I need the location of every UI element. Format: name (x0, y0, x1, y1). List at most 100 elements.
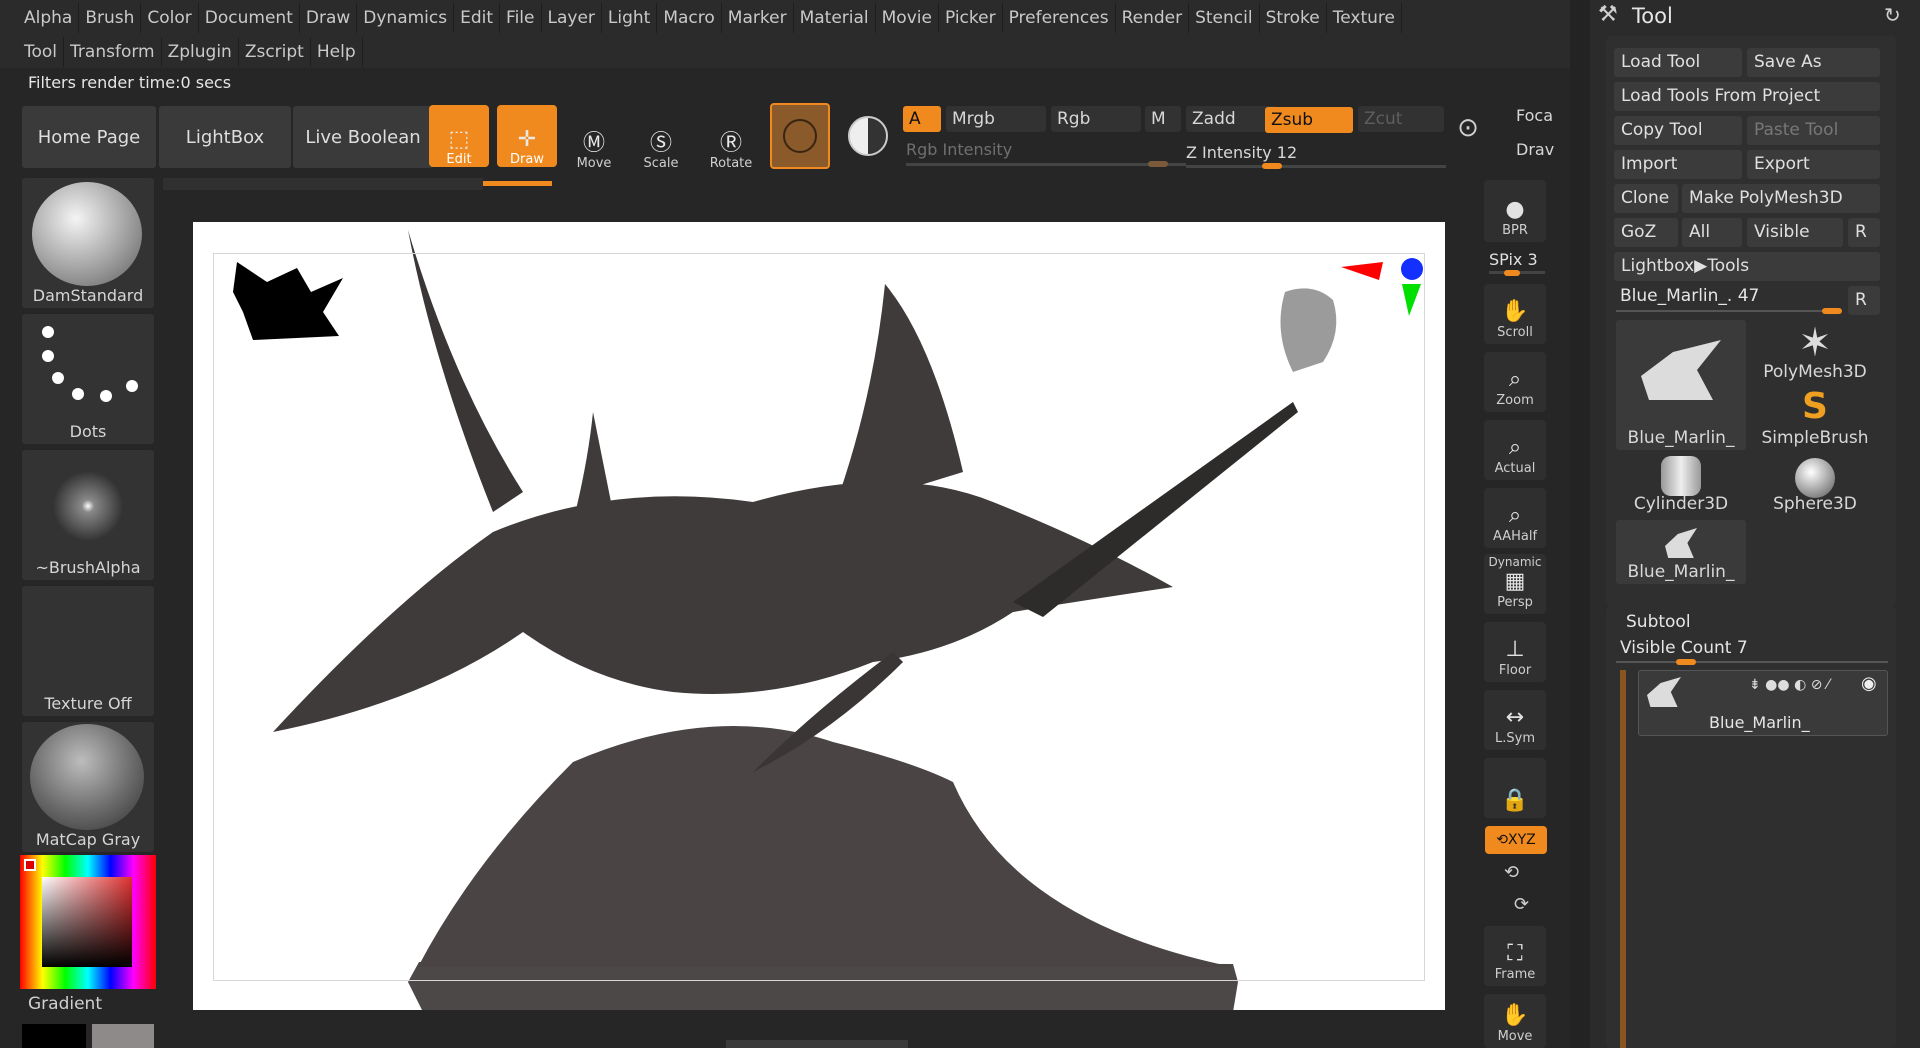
visible-count-slider[interactable] (1616, 661, 1888, 663)
aahalf-button[interactable]: ⌕ AAHalf (1484, 488, 1546, 548)
scroll-button[interactable]: ✋ Scroll (1484, 284, 1546, 344)
persp-button[interactable]: Dynamic ▦ Persp (1484, 554, 1546, 614)
menu-draw[interactable]: Draw (300, 3, 358, 33)
menu-picker[interactable]: Picker (939, 3, 1003, 33)
edit-button[interactable]: ⬚ Edit (429, 105, 489, 167)
load-tool-button[interactable]: Load Tool (1614, 48, 1742, 77)
alpha-selector[interactable]: ~BrushAlpha (22, 450, 154, 580)
stroke-selector[interactable]: Dots (22, 314, 154, 444)
menu-preferences[interactable]: Preferences (1003, 3, 1116, 33)
menu-macro[interactable]: Macro (657, 3, 722, 33)
goz-visible-button[interactable]: Visible (1747, 218, 1843, 247)
menu-stencil[interactable]: Stencil (1189, 3, 1260, 33)
tool-thumb-blue-marlin[interactable]: Blue_Marlin_ (1616, 320, 1746, 450)
subtool-scrollbar[interactable] (1620, 670, 1626, 1048)
menu-dynamics[interactable]: Dynamics (357, 3, 455, 33)
brush-selector[interactable]: DamStandard (22, 178, 154, 308)
refresh-icon[interactable]: ↻ (1884, 3, 1901, 27)
rotate-button[interactable]: Ⓡ Rotate (701, 111, 761, 172)
actual-button[interactable]: ⌕ Actual (1484, 420, 1546, 480)
menu-layer[interactable]: Layer (542, 3, 602, 33)
color-mode-button[interactable] (840, 107, 896, 165)
visible-count-knob[interactable] (1676, 659, 1696, 665)
menu-stroke[interactable]: Stroke (1260, 3, 1327, 33)
move-button[interactable]: Ⓜ Move (564, 111, 624, 172)
m-button[interactable]: M (1145, 106, 1181, 132)
tool-palette-header[interactable]: ⚒ Tool ↻ (1590, 0, 1920, 34)
home-page-button[interactable]: Home Page (22, 106, 156, 168)
lightbox-button[interactable]: LightBox (159, 106, 291, 168)
menu-material[interactable]: Material (794, 3, 876, 33)
goz-all-button[interactable]: All (1682, 218, 1742, 247)
goz-r-button[interactable]: R (1848, 218, 1880, 247)
material-selector[interactable]: MatCap Gray (22, 722, 154, 852)
save-as-button[interactable]: Save As (1747, 48, 1880, 77)
menu-movie[interactable]: Movie (876, 3, 939, 33)
frame-button[interactable]: ⛶ Frame (1484, 926, 1546, 986)
color-saturation-square[interactable] (42, 877, 132, 967)
canvas-bottom-scroll[interactable] (726, 1040, 908, 1048)
material-swatch-button[interactable] (770, 103, 830, 169)
subtool-title[interactable]: Subtool (1626, 612, 1691, 632)
scale-button[interactable]: Ⓢ Scale (631, 111, 691, 172)
current-tool-r-button[interactable]: R (1848, 286, 1880, 315)
spix-knob[interactable] (1504, 270, 1520, 276)
focal-shift-icon[interactable]: ⊙ (1448, 113, 1488, 163)
menu-render[interactable]: Render (1116, 3, 1190, 33)
menu-color[interactable]: Color (141, 3, 199, 33)
texture-selector[interactable]: Texture Off (22, 586, 154, 716)
tool-thumb-sphere3d[interactable]: Sphere3D (1750, 452, 1880, 516)
main-color-swatch[interactable] (24, 859, 36, 871)
menu-light[interactable]: Light (602, 3, 658, 33)
menu-marker[interactable]: Marker (722, 3, 794, 33)
load-tools-from-project-button[interactable]: Load Tools From Project (1614, 82, 1880, 111)
lightbox-tools-button[interactable]: Lightbox▶Tools (1614, 252, 1880, 281)
subtool-toggles-icon[interactable]: ⇟ ●● ◐ ⊘ ⁄ (1749, 677, 1829, 693)
import-button[interactable]: Import (1614, 150, 1742, 179)
menu-document[interactable]: Document (199, 3, 300, 33)
live-boolean-button[interactable]: Live Boolean (293, 106, 433, 168)
color-picker[interactable] (20, 855, 156, 989)
menu-zplugin[interactable]: Zplugin (162, 37, 239, 67)
menu-transform[interactable]: Transform (64, 37, 162, 67)
current-tool-slider[interactable] (1616, 310, 1841, 312)
lock-button[interactable]: 🔒 (1484, 758, 1546, 818)
zsub-button[interactable]: Zsub (1265, 107, 1353, 133)
bpr-button[interactable]: ● BPR (1484, 180, 1546, 242)
rgb-button[interactable]: Rgb (1051, 106, 1141, 132)
tool-thumb-blue-marlin-2[interactable]: Blue_Marlin_ (1616, 520, 1746, 584)
primary-color-swatch[interactable] (92, 1024, 154, 1048)
tool-thumb-cylinder3d[interactable]: Cylinder3D (1616, 452, 1746, 516)
tool-thumb-simplebrush[interactable]: S SimpleBrush (1750, 386, 1880, 450)
menu-edit[interactable]: Edit (454, 3, 501, 33)
floor-button[interactable]: ⊥ Floor (1484, 622, 1546, 682)
menu-brush[interactable]: Brush (79, 3, 142, 33)
make-polymesh3d-button[interactable]: Make PolyMesh3D (1682, 184, 1880, 213)
menu-help[interactable]: Help (311, 37, 363, 67)
paste-tool-button[interactable]: Paste Tool (1747, 116, 1880, 145)
subtool-item[interactable]: ⇟ ●● ◐ ⊘ ⁄ ◉ Blue_Marlin_ (1638, 670, 1888, 736)
menu-zscript[interactable]: Zscript (239, 37, 311, 67)
menu-alpha[interactable]: Alpha (18, 3, 80, 33)
eye-icon[interactable]: ◉ (1861, 673, 1877, 694)
secondary-color-swatch[interactable] (22, 1024, 86, 1048)
mrgb-button[interactable]: Mrgb (946, 106, 1046, 132)
xyz-button[interactable]: ⟲XYZ (1485, 826, 1547, 854)
copy-tool-button[interactable]: Copy Tool (1614, 116, 1742, 145)
rotate-z-icon[interactable]: ⟳ (1514, 894, 1529, 915)
menu-tool[interactable]: Tool (18, 37, 65, 67)
menu-texture[interactable]: Texture (1327, 3, 1402, 33)
zcut-button[interactable]: Zcut (1358, 106, 1444, 132)
zoom-button[interactable]: ⌕ Zoom (1484, 352, 1546, 412)
rotate-y-icon[interactable]: ⟲ (1504, 862, 1519, 883)
lsym-button[interactable]: ↔ L.Sym (1484, 690, 1546, 750)
move-view-button[interactable]: ✋ Move (1484, 994, 1546, 1048)
menu-file[interactable]: File (500, 3, 542, 33)
current-tool-knob[interactable] (1822, 308, 1842, 314)
export-button[interactable]: Export (1747, 150, 1880, 179)
clone-button[interactable]: Clone (1614, 184, 1678, 213)
a-button[interactable]: A (903, 106, 941, 132)
rgb-intensity-slider[interactable] (906, 163, 1186, 166)
tool-thumb-polymesh3d[interactable]: ✶ PolyMesh3D (1750, 320, 1880, 384)
rgb-intensity-knob[interactable] (1148, 161, 1168, 167)
